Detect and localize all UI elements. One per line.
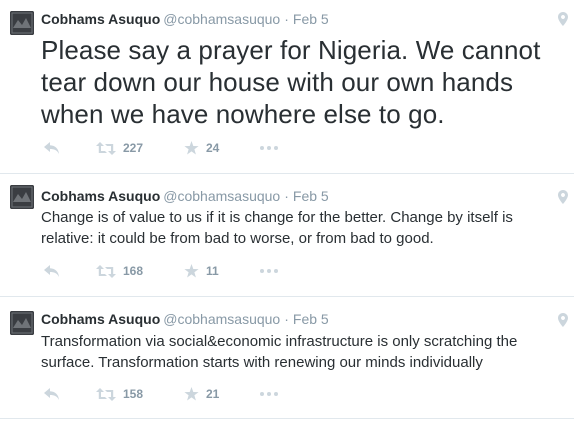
avatar[interactable] (10, 311, 34, 335)
avatar[interactable] (10, 185, 34, 209)
tweet[interactable]: Cobhams Asuquo @cobhamsasuquo · Feb 5 Trans… (0, 297, 574, 419)
tweet-text: Please say a prayer for Nigeria. We cann… (41, 35, 541, 129)
retweet-button[interactable]: 227 (96, 140, 143, 156)
location-pin-icon[interactable] (558, 12, 568, 26)
retweet-count: 158 (123, 387, 144, 401)
ellipsis-icon (260, 146, 278, 150)
tweet[interactable]: Cobhams Asuquo @cobhamsasuquo · Feb 5 Chang… (0, 174, 574, 297)
reply-button[interactable] (44, 386, 60, 402)
author-handle[interactable]: @cobhamsasuquo (163, 311, 280, 327)
more-button[interactable] (260, 140, 278, 156)
author-handle[interactable]: @cobhamsasuquo (163, 11, 280, 27)
retweet-icon (96, 387, 116, 401)
separator: · (284, 311, 289, 327)
reply-button[interactable] (44, 140, 60, 156)
retweet-count: 227 (123, 141, 144, 155)
tweet-timestamp[interactable]: Feb 5 (293, 188, 329, 204)
favorite-count: 21 (206, 387, 220, 401)
tweet-text: Transformation via social&economic infra… (41, 333, 518, 371)
tweet-header: Cobhams Asuquo @cobhamsasuquo · Feb 5 (41, 311, 329, 327)
tweet-header: Cobhams Asuquo @cobhamsasuquo · Feb 5 (41, 188, 329, 204)
tweet-timestamp[interactable]: Feb 5 (293, 311, 329, 327)
location-pin-icon[interactable] (558, 313, 568, 327)
tweet-timestamp[interactable]: Feb 5 (293, 11, 329, 27)
favorite-button[interactable]: 11 (184, 263, 219, 279)
author-name[interactable]: Cobhams Asuquo (41, 188, 160, 204)
author-handle[interactable]: @cobhamsasuquo (163, 188, 280, 204)
favorite-button[interactable]: 24 (184, 140, 219, 156)
author-name[interactable]: Cobhams Asuquo (41, 11, 160, 27)
star-icon (184, 264, 199, 278)
separator: · (284, 188, 289, 204)
ellipsis-icon (260, 269, 278, 273)
reply-arrow-icon (44, 388, 59, 400)
more-button[interactable] (260, 386, 278, 402)
favorite-count: 11 (206, 264, 219, 278)
author-name[interactable]: Cobhams Asuquo (41, 311, 160, 327)
star-icon (184, 141, 199, 155)
more-button[interactable] (260, 263, 278, 279)
separator: · (284, 11, 289, 27)
avatar[interactable] (10, 11, 34, 35)
favorite-count: 24 (206, 141, 220, 155)
retweet-button[interactable]: 158 (96, 386, 143, 402)
retweet-icon (96, 264, 116, 278)
reply-button[interactable] (44, 263, 60, 279)
reply-arrow-icon (44, 265, 59, 277)
tweet[interactable]: Cobhams Asuquo @cobhamsasuquo · Feb 5 Pleas… (0, 0, 574, 174)
retweet-button[interactable]: 168 (96, 263, 143, 279)
tweet-text: Change is of value to us if it is change… (41, 209, 513, 247)
location-pin-icon[interactable] (558, 190, 568, 204)
retweet-icon (96, 141, 116, 155)
tweet-header: Cobhams Asuquo @cobhamsasuquo · Feb 5 (41, 11, 329, 27)
retweet-count: 168 (123, 264, 144, 278)
ellipsis-icon (260, 392, 278, 396)
favorite-button[interactable]: 21 (184, 386, 219, 402)
star-icon (184, 387, 199, 401)
reply-arrow-icon (44, 142, 59, 154)
